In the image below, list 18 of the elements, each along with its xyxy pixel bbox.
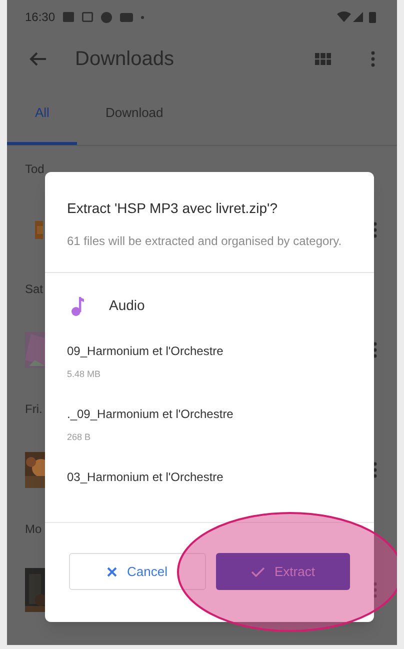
file-name: 09_Harmonium et l'Orchestre	[67, 343, 224, 360]
category-label: Audio	[109, 296, 145, 315]
file-size: 268 B	[67, 431, 92, 444]
date-header: Tod	[25, 161, 44, 178]
dialog-title: Extract 'HSP MP3 avec livret.zip'?	[67, 199, 278, 218]
extract-button[interactable]: Extract	[216, 553, 350, 590]
date-header: Sat	[25, 281, 44, 298]
cancel-button[interactable]: Cancel	[69, 553, 206, 590]
status-time: 16:30	[25, 9, 56, 26]
date-header: Fri.	[25, 401, 42, 418]
dialog-message: 61 files will be extracted and organised by category.	[67, 233, 343, 250]
date-header: Mo	[25, 521, 42, 538]
tab[interactable]: All	[7, 102, 78, 145]
file-size: 5.48 MB	[67, 368, 102, 381]
tab[interactable]: Download	[77, 102, 192, 145]
file-name: ._09_Harmonium et l'Orchestre	[67, 406, 234, 423]
screen-title: Downloads	[75, 47, 175, 72]
file-name: 03_Harmonium et l'Orchestre	[67, 469, 224, 486]
